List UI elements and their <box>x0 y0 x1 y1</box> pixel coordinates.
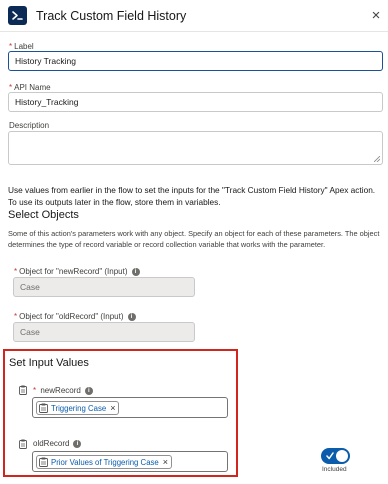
triggering-case-pill[interactable]: Triggering Case × <box>36 401 120 415</box>
new-record-input-label: * newRecord i <box>33 386 93 395</box>
select-objects-heading: Select Objects <box>8 209 79 221</box>
info-icon[interactable]: i <box>127 312 136 321</box>
old-record-object-input: Case <box>13 322 195 342</box>
label-input[interactable]: History Tracking <box>8 51 383 71</box>
old-record-value-input[interactable]: Prior Values of Triggering Case × <box>32 451 228 472</box>
old-record-object-label: * Object for "oldRecord" (Input) i <box>14 312 136 321</box>
api-name-field-label: * API Name <box>9 83 51 92</box>
label-field-label: * Label <box>9 42 34 51</box>
close-icon[interactable]: × <box>368 8 384 24</box>
record-variable-icon <box>39 457 48 467</box>
intro-text: Use values from earlier in the flow to s… <box>8 185 376 207</box>
info-icon[interactable]: i <box>131 267 140 276</box>
info-icon[interactable]: i <box>84 386 93 395</box>
new-record-object-label: * Object for "newRecord" (Input) i <box>14 267 140 276</box>
api-name-input[interactable]: History_Tracking <box>8 92 383 112</box>
modal-title: Track Custom Field History <box>36 9 187 23</box>
clipboard-icon <box>19 385 27 395</box>
set-input-values-heading: Set Input Values <box>9 357 89 369</box>
remove-pill-icon[interactable]: × <box>110 403 115 413</box>
toggle-label: Included <box>322 466 347 473</box>
new-record-value-input[interactable]: Triggering Case × <box>32 397 228 418</box>
record-variable-icon <box>39 403 48 413</box>
info-icon[interactable]: i <box>73 439 82 448</box>
resize-handle-icon[interactable] <box>374 156 380 162</box>
description-field-label: Description <box>9 121 50 130</box>
include-toggle[interactable] <box>321 448 350 464</box>
toggle-knob <box>336 450 348 462</box>
modal-header: Track Custom Field History × <box>0 0 388 32</box>
new-record-object-input: Case <box>13 277 195 297</box>
apex-action-icon <box>8 6 27 25</box>
clipboard-icon <box>19 439 27 449</box>
description-textarea[interactable] <box>8 131 383 165</box>
checkmark-icon <box>326 452 334 460</box>
select-objects-help: Some of this action's parameters work wi… <box>8 229 380 249</box>
remove-pill-icon[interactable]: × <box>163 457 168 467</box>
old-record-input-label: oldRecord i <box>33 439 82 448</box>
prior-values-pill[interactable]: Prior Values of Triggering Case × <box>36 455 173 469</box>
